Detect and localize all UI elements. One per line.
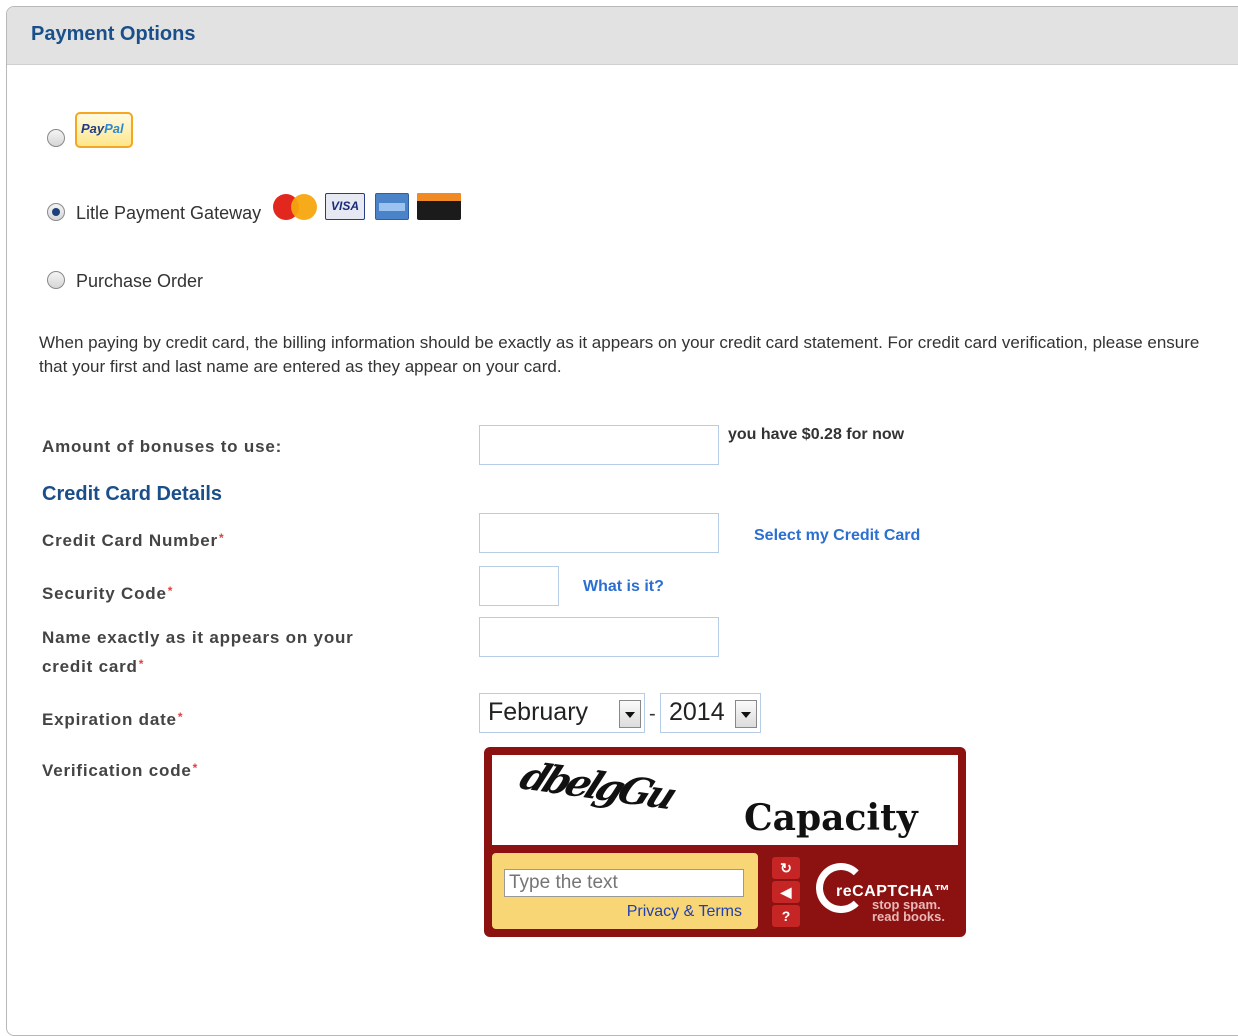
- required-marker: *: [138, 657, 145, 671]
- captcha-word-plain: Capacity: [744, 797, 918, 839]
- name-on-card-label-line1: Name exactly as it appears on your: [42, 628, 354, 647]
- chevron-down-icon[interactable]: [735, 700, 757, 728]
- visa-icon: VISA: [325, 193, 365, 220]
- bonuses-note: you have $0.28 for now: [728, 426, 905, 443]
- paypal-logo[interactable]: PayPal: [75, 112, 133, 148]
- expiration-year-value: 2014: [669, 698, 725, 726]
- panel-header: Payment Options: [7, 7, 1238, 65]
- card-number-label: Credit Card Number*: [42, 531, 225, 550]
- litle-gateway-label[interactable]: Litle Payment Gateway: [76, 203, 261, 224]
- recaptcha-slogan: stop spam. read books.: [872, 897, 945, 924]
- bonuses-input[interactable]: [479, 425, 719, 465]
- recaptcha-logo: reCAPTCHA™ stop spam. read books.: [812, 859, 962, 931]
- what-is-it-link[interactable]: What is it?: [583, 578, 664, 596]
- captcha-privacy-link[interactable]: Privacy & Terms: [627, 903, 742, 921]
- expiration-date-label: Expiration date*: [42, 710, 184, 729]
- purchase-order-radio[interactable]: [47, 271, 65, 289]
- security-code-label: Security Code*: [42, 584, 174, 603]
- paypal-radio[interactable]: [47, 129, 65, 147]
- panel-title: Payment Options: [31, 23, 196, 45]
- captcha-response-input[interactable]: [504, 869, 744, 897]
- required-marker: *: [218, 531, 225, 545]
- refresh-icon[interactable]: ↻: [772, 857, 800, 879]
- expiration-separator: -: [649, 703, 656, 725]
- required-marker: *: [167, 584, 174, 598]
- expiration-year-select[interactable]: 2014: [660, 693, 761, 733]
- required-marker: *: [192, 761, 199, 775]
- chevron-down-icon[interactable]: [619, 700, 641, 728]
- litle-gateway-radio[interactable]: [47, 203, 65, 221]
- security-code-input[interactable]: [479, 566, 559, 606]
- payment-options-panel: Payment Options PayPal Litle Payment Gat…: [6, 6, 1238, 1036]
- name-on-card-input[interactable]: [479, 617, 719, 657]
- required-marker: *: [177, 710, 184, 724]
- card-number-input[interactable]: [479, 513, 719, 553]
- recaptcha-widget: dbelgGu Capacity Privacy & Terms ↻ ◀ ? r…: [484, 747, 966, 937]
- captcha-challenge-image: dbelgGu Capacity: [492, 753, 958, 845]
- credit-card-details-title: Credit Card Details: [42, 483, 223, 505]
- purchase-order-label[interactable]: Purchase Order: [76, 271, 203, 292]
- captcha-word-distorted: dbelgGu: [513, 753, 681, 818]
- expiration-month-select[interactable]: February: [479, 693, 645, 733]
- discover-icon: [417, 193, 461, 220]
- mastercard-icon: [273, 193, 319, 220]
- help-icon[interactable]: ?: [772, 905, 800, 927]
- billing-info-text: When paying by credit card, the billing …: [39, 333, 1200, 376]
- select-credit-card-link[interactable]: Select my Credit Card: [754, 527, 920, 545]
- expiration-month-value: February: [488, 698, 589, 726]
- amex-icon: [375, 193, 409, 220]
- audio-icon[interactable]: ◀: [772, 881, 800, 903]
- captcha-input-panel: Privacy & Terms: [492, 853, 758, 929]
- name-on-card-label-line2: credit card*: [42, 657, 145, 676]
- bonuses-label: Amount of bonuses to use:: [42, 437, 283, 456]
- verification-code-label: Verification code*: [42, 761, 199, 780]
